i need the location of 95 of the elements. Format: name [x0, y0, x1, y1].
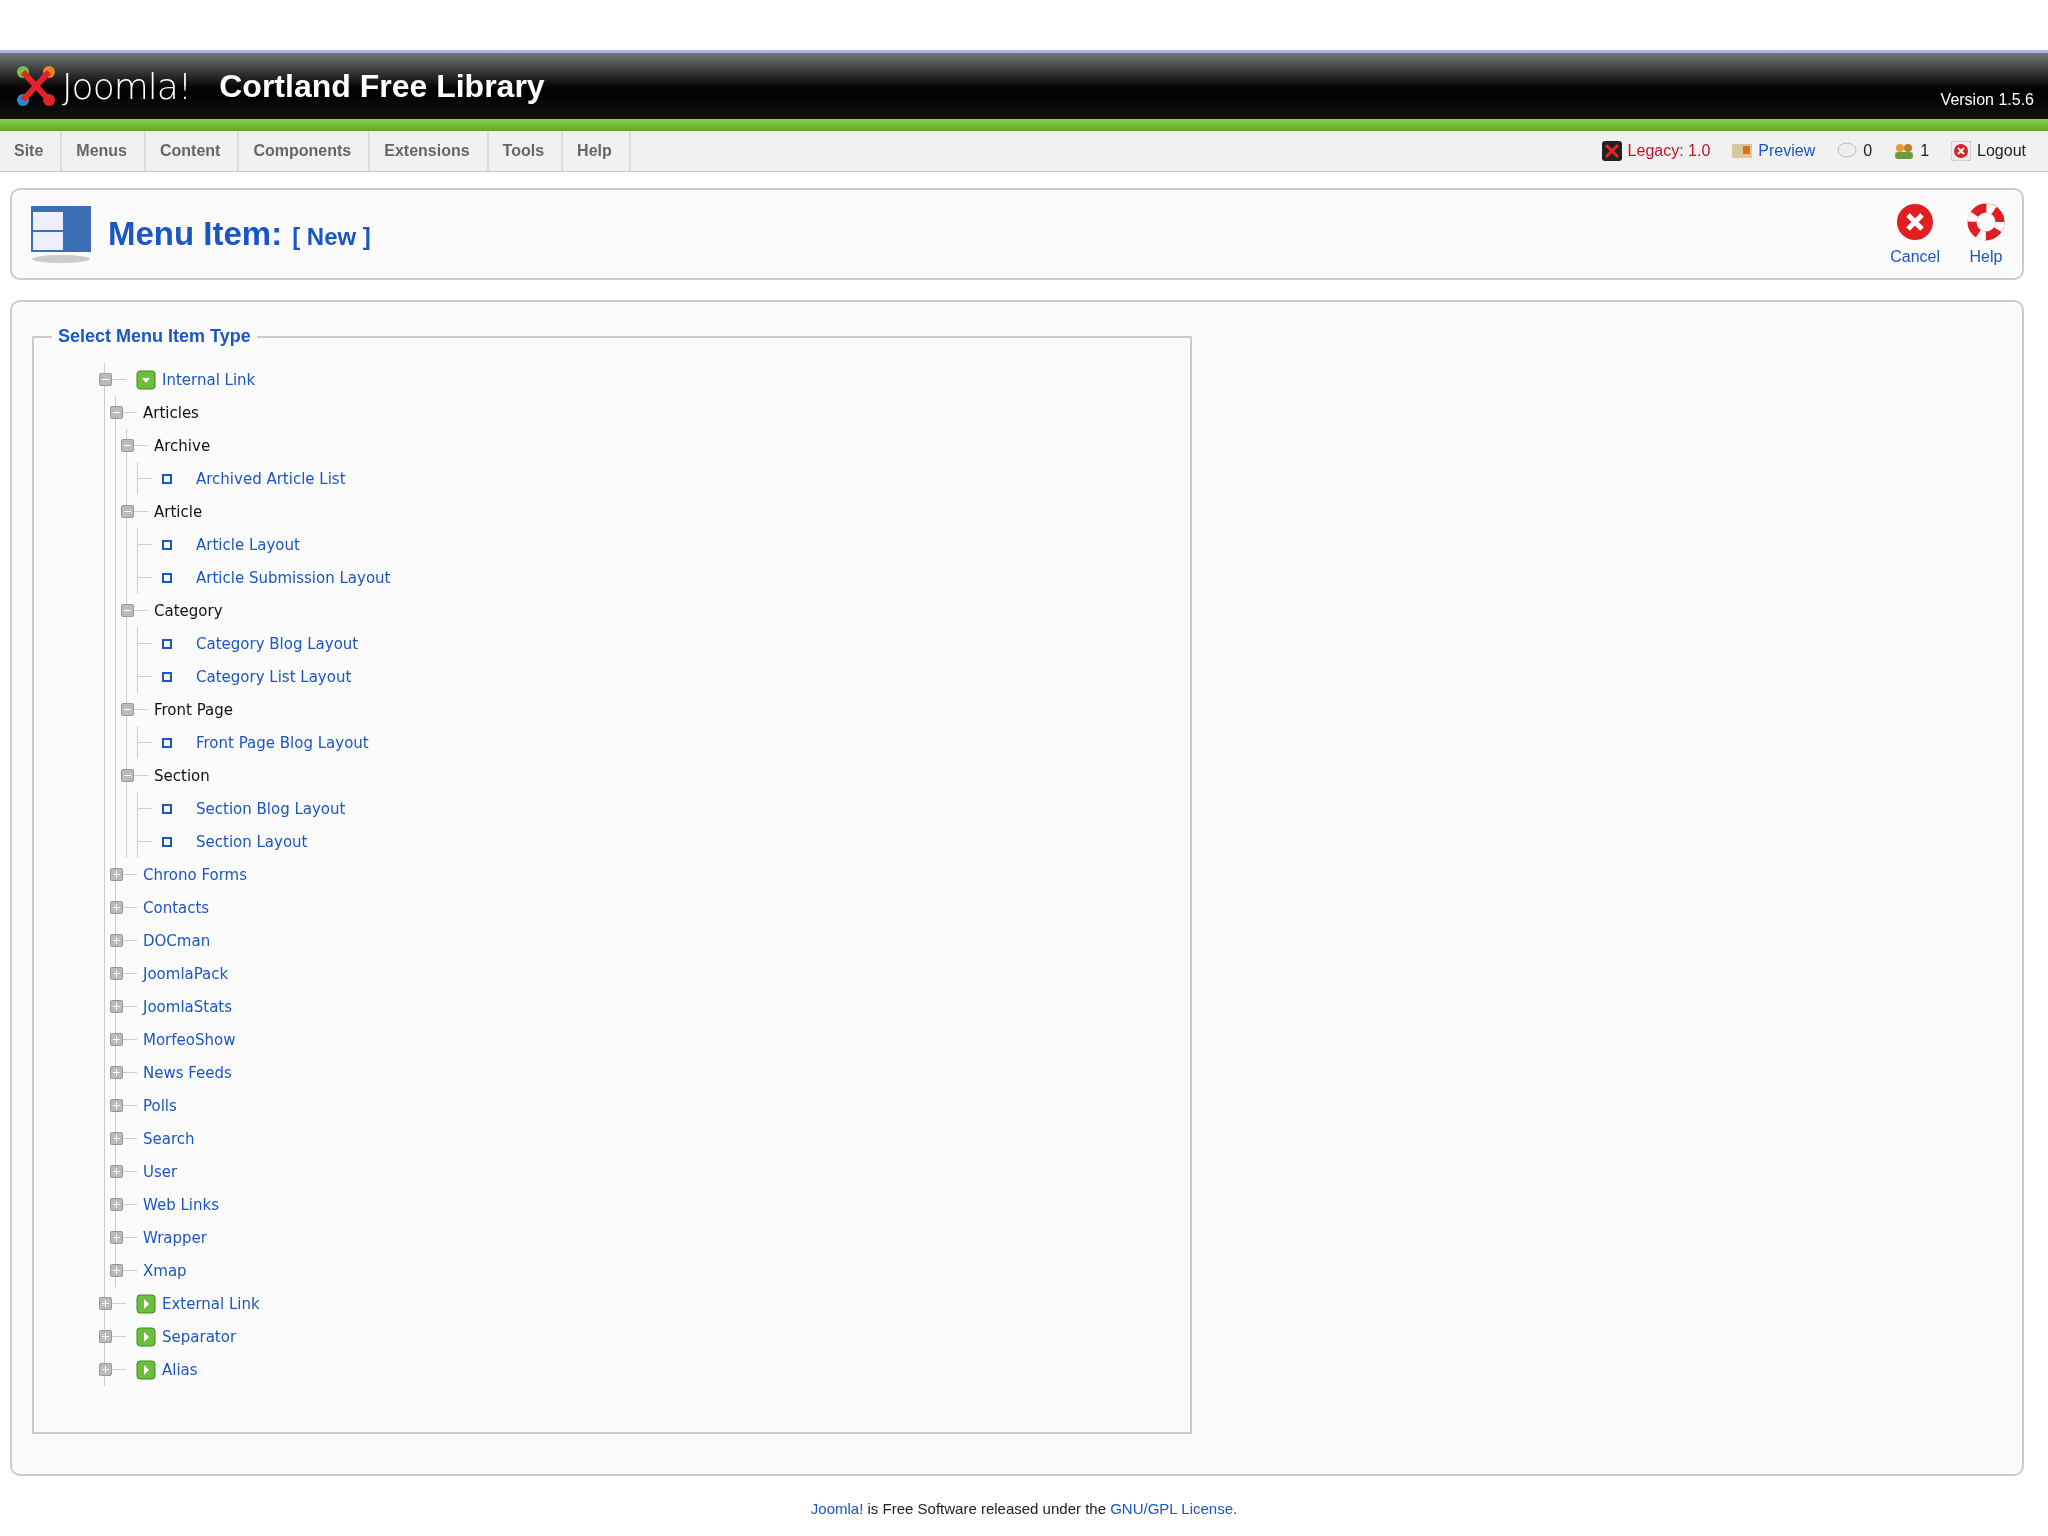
- collapse-toggle[interactable]: [121, 703, 134, 716]
- lifebuoy-icon: [1966, 202, 2006, 242]
- tree-item[interactable]: Polls: [143, 1096, 177, 1115]
- tree-item[interactable]: Front Page: [154, 700, 234, 719]
- tree-item[interactable]: Archive: [154, 436, 211, 455]
- status-label[interactable]: Logout: [1977, 142, 2026, 160]
- fieldset-legend: Select Menu Item Type: [52, 326, 257, 347]
- square-bullet-icon: [162, 473, 172, 484]
- tree-item[interactable]: JoomlaStats: [143, 997, 233, 1016]
- tree-item[interactable]: Wrapper: [143, 1228, 207, 1247]
- version-text: Version 1.5.6: [1940, 91, 2034, 109]
- tree-item[interactable]: Contacts: [143, 898, 210, 917]
- tree-item[interactable]: Articles: [143, 403, 199, 422]
- collapse-toggle[interactable]: [121, 604, 134, 617]
- cancel-button[interactable]: Cancel: [1890, 202, 1940, 266]
- expand-toggle[interactable]: [110, 1132, 123, 1145]
- site-name: Cortland Free Library: [219, 67, 545, 105]
- footer-link[interactable]: Joomla!: [810, 1500, 864, 1517]
- tree-item[interactable]: Xmap: [143, 1261, 187, 1280]
- tree-item[interactable]: Article: [154, 502, 203, 521]
- cancel-icon: [1895, 202, 1936, 242]
- tree-item[interactable]: Separator: [162, 1327, 237, 1346]
- tree-item[interactable]: Section Blog Layout: [196, 799, 346, 818]
- expand-toggle[interactable]: [99, 1330, 112, 1343]
- page-subtitle: [ New ]: [292, 223, 371, 250]
- help-button[interactable]: Help: [1966, 202, 2006, 266]
- menu-item[interactable]: Content: [146, 131, 240, 171]
- expand-toggle[interactable]: [110, 1066, 123, 1079]
- menu-item[interactable]: Tools: [488, 131, 564, 171]
- logo-text: Joomla!: [62, 65, 192, 107]
- expand-toggle[interactable]: [110, 1165, 123, 1178]
- tree-item[interactable]: Archived Article List: [196, 469, 346, 488]
- menu-item[interactable]: Help: [563, 131, 631, 171]
- expand-toggle[interactable]: [110, 868, 123, 881]
- footer-text: is Free Software released under the: [867, 1500, 1106, 1517]
- status-label: Legacy: 1.0: [1627, 142, 1711, 160]
- square-bullet-icon: [162, 638, 172, 649]
- expand-toggle[interactable]: [110, 1264, 123, 1277]
- logout-icon: [1951, 141, 1972, 161]
- tree-item[interactable]: User: [143, 1162, 178, 1181]
- tree-item[interactable]: News Feeds: [143, 1063, 232, 1082]
- square-bullet-icon: [162, 836, 172, 847]
- menu-item[interactable]: Components: [239, 131, 371, 171]
- status-label: 1: [1920, 142, 1930, 160]
- tree-item[interactable]: Section: [154, 766, 210, 785]
- expand-toggle[interactable]: [110, 1033, 123, 1046]
- speech-bubble-icon: [1837, 142, 1858, 160]
- footer-text: .: [1233, 1500, 1238, 1517]
- collapse-toggle[interactable]: [121, 505, 134, 518]
- expand-toggle[interactable]: [110, 1099, 123, 1112]
- expand-toggle[interactable]: [110, 901, 123, 914]
- collapse-toggle[interactable]: [99, 373, 112, 386]
- tree-item[interactable]: MorfeoShow: [143, 1030, 236, 1049]
- expand-toggle[interactable]: [110, 967, 123, 980]
- tree-item[interactable]: Category: [154, 601, 223, 620]
- tree-item[interactable]: Article Submission Layout: [196, 568, 391, 587]
- expand-toggle[interactable]: [110, 934, 123, 947]
- footer-link[interactable]: GNU/GPL License: [1110, 1500, 1233, 1517]
- tree-item[interactable]: External Link: [162, 1294, 260, 1313]
- expand-toggle[interactable]: [110, 1000, 123, 1013]
- tree-item[interactable]: Category List Layout: [196, 667, 352, 686]
- tree-item[interactable]: Front Page Blog Layout: [196, 733, 369, 752]
- tree-item[interactable]: DOCman: [143, 931, 211, 950]
- tree-item[interactable]: JoomlaPack: [143, 964, 229, 983]
- collapse-toggle[interactable]: [121, 769, 134, 782]
- tree-item[interactable]: Article Layout: [196, 535, 300, 554]
- menu-item[interactable]: Extensions: [370, 131, 489, 171]
- tree-item[interactable]: Web Links: [143, 1195, 219, 1214]
- collapse-toggle[interactable]: [110, 406, 123, 419]
- square-bullet-icon: [162, 737, 172, 748]
- menu-item[interactable]: Site: [0, 131, 63, 171]
- tree-item[interactable]: Chrono Forms: [143, 865, 248, 884]
- tree-item[interactable]: Section Layout: [196, 832, 308, 851]
- tree-item[interactable]: Category Blog Layout: [196, 634, 359, 653]
- square-bullet-icon: [162, 539, 172, 550]
- expand-toggle[interactable]: [99, 1363, 112, 1376]
- collapse-toggle[interactable]: [121, 439, 134, 452]
- joomla-logo-icon: [1601, 141, 1622, 161]
- square-bullet-icon: [162, 803, 172, 814]
- square-bullet-icon: [162, 572, 172, 583]
- status-label[interactable]: Preview: [1758, 142, 1816, 160]
- menu-item[interactable]: Menus: [62, 131, 146, 171]
- tree-item[interactable]: Internal Link: [162, 370, 256, 389]
- page-title: Menu Item:: [108, 215, 283, 252]
- square-bullet-icon: [162, 671, 172, 682]
- expand-toggle[interactable]: [110, 1198, 123, 1211]
- tree-item[interactable]: Alias: [162, 1360, 198, 1379]
- map-icon: [1732, 142, 1753, 160]
- tree-item[interactable]: Search: [143, 1129, 195, 1148]
- users-icon: [1894, 142, 1915, 160]
- status-label: 0: [1863, 142, 1873, 160]
- expand-toggle[interactable]: [110, 1231, 123, 1244]
- expand-toggle[interactable]: [99, 1297, 112, 1310]
- joomla-logo-icon: [14, 63, 58, 109]
- menu-page-icon: [30, 204, 92, 264]
